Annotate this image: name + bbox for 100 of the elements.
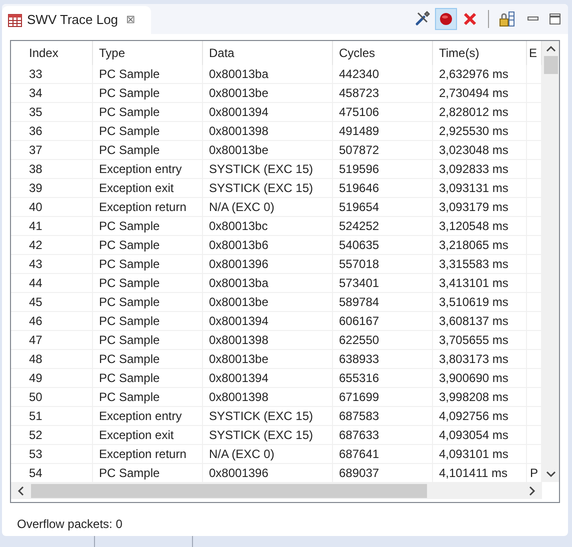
table-cell-text: 3,120548 ms — [439, 218, 508, 235]
record-button[interactable] — [435, 8, 457, 30]
table-cell-text: 3,023048 ms — [439, 142, 508, 159]
table-cell-text: 2,828012 ms — [439, 104, 508, 121]
table-cell-text: 49 — [29, 370, 42, 387]
table-cell-text: PC Sample — [99, 351, 160, 368]
table-cell-text: 4,093054 ms — [439, 427, 508, 444]
table-cell-text: 689037 — [339, 465, 380, 482]
horizontal-scrollbar[interactable] — [11, 482, 542, 499]
scroll-thumb[interactable] — [31, 484, 427, 498]
table-cell-text: 36 — [29, 123, 42, 140]
table-cell-text: PC Sample — [99, 389, 160, 406]
table-cell-text: 50 — [29, 389, 42, 406]
column-header[interactable]: Type — [93, 41, 203, 65]
table-cell-text: 53 — [29, 446, 42, 463]
table-cell-text: 0x8001394 — [209, 313, 268, 330]
table-cell-text: 0x80013be — [209, 142, 268, 159]
table-cell-text: 0x8001396 — [209, 465, 268, 482]
table-cell-text: 507872 — [339, 142, 380, 159]
table-cell-text: 3,413101 ms — [439, 275, 508, 292]
table-cell-text: 45 — [29, 294, 42, 311]
view-tab[interactable]: SWV Trace Log ⊠ — [2, 6, 152, 34]
table-cell-text: SYSTICK (EXC 15) — [209, 408, 314, 425]
table-cell-text: 0x80013b6 — [209, 237, 268, 254]
lock-columns-icon — [499, 11, 515, 27]
table-cell-text: 687583 — [339, 408, 380, 425]
table-cell-text: 52 — [29, 427, 42, 444]
table-cell-text: 42 — [29, 237, 42, 254]
vertical-scrollbar[interactable] — [542, 41, 559, 482]
table-cell-text: 47 — [29, 332, 42, 349]
table-cell-text: 3,315583 ms — [439, 256, 508, 273]
table-cell-text: 0x80013ba — [209, 66, 268, 83]
table-cell-text: 40 — [29, 199, 42, 216]
table-cell-text: 491489 — [339, 123, 380, 140]
table-cell-text: 0x8001396 — [209, 256, 268, 273]
table-cell-text: 39 — [29, 180, 42, 197]
table-cell-text: 41 — [29, 218, 42, 235]
table-cell-text: N/A (EXC 0) — [209, 199, 274, 216]
table-cell-text: 687633 — [339, 427, 380, 444]
table-cell-text: 519654 — [339, 199, 380, 216]
table-cell-text: 51 — [29, 408, 42, 425]
table-cell-text: 557018 — [339, 256, 380, 273]
table-cell-text: 475106 — [339, 104, 380, 121]
table-cell-text: 34 — [29, 85, 42, 102]
table-cell-text: 622550 — [339, 332, 380, 349]
column-header[interactable]: Time(s) — [433, 41, 527, 65]
table-cell-text: 4,093101 ms — [439, 446, 508, 463]
overflow-packets-label: Overflow packets: 0 — [17, 517, 122, 531]
table-cell-text: 519596 — [339, 161, 380, 178]
table-cell-text: PC Sample — [99, 332, 160, 349]
table-cell-text: 0x80013ba — [209, 275, 268, 292]
scroll-down-icon[interactable] — [546, 470, 556, 478]
table-cell-text: 38 — [29, 161, 42, 178]
table-cell-text: Exception return — [99, 446, 186, 463]
table-icon — [8, 14, 22, 26]
table-cell-text: 0x8001398 — [209, 389, 268, 406]
table-cell-text: 0x8001398 — [209, 332, 268, 349]
table-cell-text: 540635 — [339, 237, 380, 254]
scroll-right-icon[interactable] — [528, 486, 536, 496]
table-cell-text: 519646 — [339, 180, 380, 197]
table-cell-text: 37 — [29, 142, 42, 159]
table-cell-text: P — [530, 465, 538, 482]
table-cell-text: 3,093131 ms — [439, 180, 508, 197]
table-cell-text: 3,608137 ms — [439, 313, 508, 330]
table-cell-text: 3,900690 ms — [439, 370, 508, 387]
table-cell-text: PC Sample — [99, 275, 160, 292]
table-cell-text: 3,803173 ms — [439, 351, 508, 368]
table-cell-text: 54 — [29, 465, 42, 482]
table-cell-text: PC Sample — [99, 218, 160, 235]
table-cell-text: PC Sample — [99, 66, 160, 83]
table-cell-text: 573401 — [339, 275, 380, 292]
table-cell-text: Exception exit — [99, 180, 174, 197]
scroll-left-icon[interactable] — [17, 486, 25, 496]
table-cell-text: 442340 — [339, 66, 380, 83]
table-cell-text: 33 — [29, 66, 42, 83]
table-cell-text: Exception return — [99, 199, 186, 216]
table-cell-text: N/A (EXC 0) — [209, 446, 274, 463]
table-cell-text: PC Sample — [99, 294, 160, 311]
table-cell-text: PC Sample — [99, 123, 160, 140]
table-cell-text: 589784 — [339, 294, 380, 311]
table-cell-text: 0x80013be — [209, 351, 268, 368]
table-cell-text: 4,092756 ms — [439, 408, 508, 425]
tools-icon — [414, 11, 430, 27]
table-cell-text: Exception exit — [99, 427, 174, 444]
table-cell-text: 0x8001394 — [209, 370, 268, 387]
table-cell-text: 3,218065 ms — [439, 237, 508, 254]
tab-close-button[interactable]: ⊠ — [126, 12, 136, 28]
column-header[interactable]: Index — [11, 41, 93, 65]
table-cell-text: 638933 — [339, 351, 380, 368]
column-header[interactable]: Data — [203, 41, 333, 65]
scroll-thumb[interactable] — [544, 56, 558, 74]
table-cell-text: 687641 — [339, 446, 380, 463]
scroll-up-icon[interactable] — [546, 45, 556, 53]
table-cell-text: 48 — [29, 351, 42, 368]
table-cell-text: 0x80013be — [209, 294, 268, 311]
table-cell-text: 3,705655 ms — [439, 332, 508, 349]
table-cell-text: 2,632976 ms — [439, 66, 508, 83]
maximize-icon[interactable] — [548, 12, 562, 26]
table-cell-text: 2,730494 ms — [439, 85, 508, 102]
column-header[interactable]: Cycles — [333, 41, 433, 65]
